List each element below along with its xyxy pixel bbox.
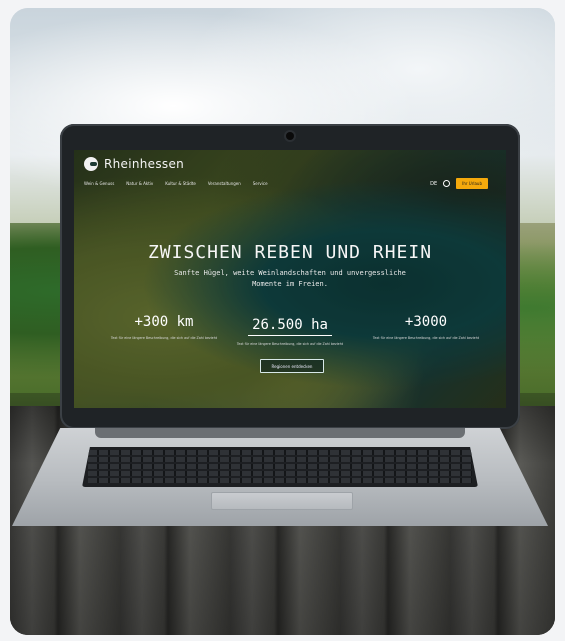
search-icon[interactable] — [443, 180, 451, 187]
stat-value: +3000 — [404, 314, 448, 330]
laptop-hinge — [95, 428, 465, 438]
webcam-icon — [286, 132, 294, 140]
website-navbar: Rheinhessen Wein & Genuss Natur & Aktiv … — [74, 150, 506, 194]
nav-links: Wein & Genuss Natur & Aktiv Kultur & Stä… — [84, 181, 268, 186]
stat-description: Text für eine längere Beschreibung, die … — [110, 336, 218, 340]
stat-value: +300 km — [134, 314, 194, 330]
nav-link-service[interactable]: Service — [253, 181, 268, 186]
laptop-keyboard — [82, 447, 478, 487]
site-logo[interactable]: Rheinhessen — [84, 157, 184, 171]
stat-item: 26.500 ha Text für eine längere Beschrei… — [230, 314, 350, 347]
laptop-lid: Rheinhessen Wein & Genuss Natur & Aktiv … — [60, 124, 520, 429]
laptop-screen: Rheinhessen Wein & Genuss Natur & Aktiv … — [74, 150, 506, 408]
nav-link-wein[interactable]: Wein & Genuss — [84, 181, 114, 186]
logo-mark-icon — [84, 157, 98, 171]
nav-right: DE Ihr Urlaub — [430, 178, 488, 189]
stat-value: 26.500 ha — [248, 317, 332, 336]
cta-button[interactable]: Ihr Urlaub — [456, 178, 488, 189]
laptop-touchpad — [211, 492, 353, 510]
stat-description: Text für eine längere Beschreibung, die … — [236, 342, 344, 346]
nav-link-kultur[interactable]: Kultur & Städte — [165, 181, 196, 186]
language-switch[interactable]: DE — [430, 181, 437, 187]
nav-link-natur[interactable]: Natur & Aktiv — [126, 181, 153, 186]
stat-item: +300 km Text für eine längere Beschreibu… — [104, 314, 224, 341]
brand-name: Rheinhessen — [104, 157, 185, 171]
stat-item: +3000 Text für eine längere Beschreibung… — [366, 314, 486, 341]
nav-link-veranstaltungen[interactable]: Veranstaltungen — [208, 181, 241, 186]
hero-subtitle: Sanfte Hügel, weite Weinlandschaften und… — [174, 269, 406, 288]
stat-description: Text für eine längere Beschreibung, die … — [372, 336, 480, 340]
hero-title: ZWISCHEN REBEN UND RHEIN — [147, 242, 433, 263]
discover-regions-button[interactable]: Regionen entdecken — [260, 359, 324, 373]
